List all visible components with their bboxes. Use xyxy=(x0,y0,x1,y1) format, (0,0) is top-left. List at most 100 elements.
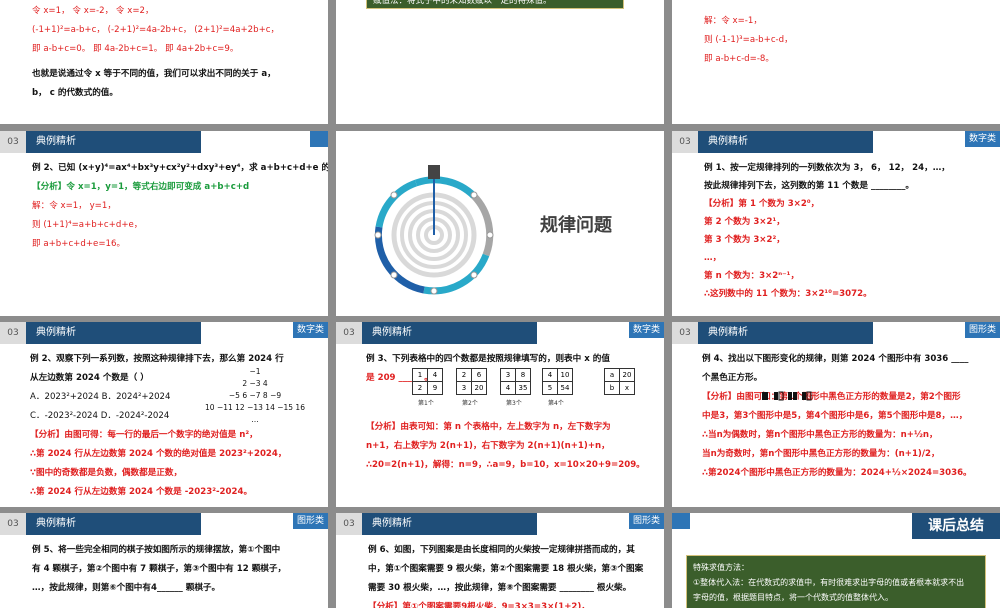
line-3: 即 a-b+c=0。 即 4a-2b+c=1。 即 4a+2b+c=9。 xyxy=(32,44,239,54)
summary-line: 字母的值，根据题目特点，将一个代数式的值整体代入。 xyxy=(693,593,893,602)
question: 例 2、已知 (x+y)⁴=ax⁴+bx³y+cx²y²+dxy³+ey⁴，求 … xyxy=(32,163,328,173)
analysis-3: ∴20=2(n+1)，解得：n=9，∴a=9，b=10，x=10×20+9=20… xyxy=(366,460,645,470)
line-2: (-1+1)²=a-b+c， (-2+1)²=4a-2b+c， (2+1)²=4… xyxy=(32,25,280,35)
analysis-4: ∴第 2024 行从左边数第 2024 个数是 -2023²-2024。 xyxy=(30,487,253,497)
section-title: 典例精析 xyxy=(26,513,201,535)
triangle-row: 2 −3 4 xyxy=(242,379,268,388)
slide-header: 03 典例精析 数字类 xyxy=(672,131,1000,153)
category-tag: 图形类 xyxy=(964,322,1000,338)
analysis-2: ∴第 2024 行从左边数第 2024 个数的绝对值是 2023²+2024， xyxy=(30,449,287,459)
category-tag: 图形类 xyxy=(628,513,664,529)
slide-example-6-matches: 03 典例精析 图形类 例 6、如图，下列图案是由长度相同的火柴按一定规律拼搭而… xyxy=(336,513,664,608)
analysis-4: 当n为奇数时，第n个图形中黑色正方形的数量为：(n+1)/2， xyxy=(702,449,940,459)
table-caption: 第2个 xyxy=(462,400,478,407)
line-5: b， c 的代数式的值。 xyxy=(32,88,118,98)
category-tag: 数字类 xyxy=(628,322,664,338)
section-title: 典例精析 xyxy=(698,322,873,344)
question-1: 例 4、找出以下图形变化的规律，则第 2024 个图形中有 3036 ____ xyxy=(702,354,969,364)
triangle-row: −5 6 −7 8 −9 xyxy=(228,391,282,400)
table-caption: 第1个 xyxy=(418,400,434,407)
slide-header: 03 典例精析 图形类 xyxy=(0,513,328,535)
section-number: 03 xyxy=(0,513,26,535)
slide-solution-minus-one: 解：令 x=-1， 则 (-1-1)³=a-b+c-d， 即 a-b+c-d=-… xyxy=(672,0,1000,124)
solution-3: 即 a+b+c+d+e=16。 xyxy=(32,239,126,249)
section-number: 03 xyxy=(336,322,362,344)
analysis-1: 【分析】由图可得：每一行的最后一个数字的绝对值是 n²， xyxy=(30,430,258,440)
header-square xyxy=(310,131,328,147)
slide-assignment-method: 赋值法：将式子中的未知数赋以一定的特殊值。 xyxy=(336,0,664,124)
analysis-3: ∵图中的奇数都是负数，偶数都是正数， xyxy=(30,468,183,478)
slide-header: 03 典例精析 图形类 xyxy=(672,322,1000,344)
slide-example-5-chess: 03 典例精析 图形类 例 5、将一些完全相同的棋子按如图所示的规律摆放，第①个… xyxy=(0,513,328,608)
question-3: 需要 30 根火柴，…，按此规律，第⑧个图案需要 ________ 根火柴。 xyxy=(368,583,632,593)
question-2: 中，第①个图案需要 9 根火柴，第②个图案需要 18 根火柴，第③个图案 xyxy=(368,564,644,574)
pattern-table-1: 1429 xyxy=(412,368,443,395)
pattern-table-x: a 20 b x xyxy=(604,368,635,395)
line-1: 令 x=1， 令 x=-2， 令 x=2， xyxy=(32,6,154,16)
slide-header: 03 典例精析 图形类 xyxy=(336,513,664,535)
question-1: 例 1、按一定规律排列的一列数依次为 3， 6， 12， 24，…， xyxy=(704,163,950,173)
question-1: 例 6、如图，下列图案是由长度相同的火柴按一定规律拼搭而成的，其 xyxy=(368,545,635,555)
slide-example-3-tables: 03 典例精析 数字类 例 3、下列表格中的四个数都是按照规律填写的，则表中 x… xyxy=(336,322,664,507)
triangle-row: −1 xyxy=(249,367,261,376)
analysis-1: 【分析】第 1 个数为 3×2⁰， xyxy=(704,199,820,209)
section-title: 典例精析 xyxy=(362,322,537,344)
slide-header: 03 典例精析 数字类 xyxy=(336,322,664,344)
line-2: 则 (-1-1)³=a-b+c-d， xyxy=(704,35,793,45)
category-tag: 数字类 xyxy=(964,131,1000,147)
pattern-table-3: 3 8 4 35 xyxy=(500,368,531,395)
analysis: 【分析】令 x=1，y=1，等式右边即可变成 a+b+c+d xyxy=(32,182,250,192)
slide-summary: 课后总结 特殊求值方法： ①整体代入法：在代数式的求值中，有时很难求出字母的值或… xyxy=(672,513,1000,608)
method-banner: 赋值法：将式子中的未知数赋以一定的特殊值。 xyxy=(366,0,624,9)
section-number: 03 xyxy=(0,322,26,344)
question-2: 有 4 颗棋子，第②个图中有 7 颗棋子，第③个图中有 12 颗棋子， xyxy=(32,564,287,574)
section-number: 03 xyxy=(336,513,362,535)
question-1: 例 3、下列表格中的四个数都是按照规律填写的，则表中 x 的值 xyxy=(366,354,610,364)
analysis-5: 第 n 个数为：3×2ⁿ⁻¹， xyxy=(704,271,800,281)
line-1: 解：令 x=-1， xyxy=(704,16,762,26)
pattern-table-4: 4 10 5 54 xyxy=(542,368,573,395)
analysis-2: 第 2 个数为 3×2¹， xyxy=(704,217,785,227)
summary-heading: 课后总结 xyxy=(912,513,1000,539)
analysis-3: ∴当n为偶数时，第n个图形中黑色正方形的数量为：n+½n， xyxy=(702,430,938,440)
question-2: 按此规律排列下去，这列数的第 11 个数是 ________。 xyxy=(704,181,914,191)
slide-example-4-squares: 03 典例精析 图形类 例 4、找出以下图形变化的规律，则第 2024 个图形中… xyxy=(672,322,1000,507)
analysis-5: ∴第2024个图形中黑色正方形的数量为：2024+½×2024=3036。 xyxy=(702,468,972,478)
table-caption: 第3个 xyxy=(506,400,522,407)
summary-line: ①整体代入法：在代数式的求值中，有时很难求出字母的值或者根本就求不出 xyxy=(693,578,965,587)
analysis-1: 【分析】由表可知：第 n 个表格中，左上数字为 n，左下数字为 xyxy=(366,422,611,432)
analysis-2: 中是3，第3个图形中是5，第4个图形中是6，第5个图形中是8，…， xyxy=(702,411,968,421)
table-caption: 第4个 xyxy=(548,400,564,407)
triangle-row: 10 −11 12 −13 14 −15 16 xyxy=(205,403,305,412)
section-title: 典例精析 xyxy=(26,131,201,153)
slide-header: 03 典例精析 xyxy=(0,131,328,153)
question-3: …，按此规律，则第⑥个图中有4______ 颗棋子。 xyxy=(32,583,221,593)
slide-example-2-binomial: 03 典例精析 例 2、已知 (x+y)⁴=ax⁴+bx³y+cx²y²+dxy… xyxy=(0,131,328,316)
pattern-title: 规律问题 xyxy=(540,215,612,236)
analysis-6: ∴这列数中的 11 个数为：3×2¹⁰=3072。 xyxy=(704,289,872,299)
slide-header: 03 典例精析 数字类 xyxy=(0,322,328,344)
slide-substitution-examples: 令 x=1， 令 x=-2， 令 x=2， (-1+1)²=a-b+c， (-2… xyxy=(0,0,328,124)
category-tag: 数字类 xyxy=(292,322,328,338)
question-1: 例 5、将一些完全相同的棋子按如图所示的规律摆放，第①个图中 xyxy=(32,545,281,555)
summary-box: 特殊求值方法： ①整体代入法：在代数式的求值中，有时很难求出字母的值或者根本就求… xyxy=(686,555,986,608)
section-title: 典例精析 xyxy=(362,513,537,535)
section-number: 03 xyxy=(0,131,26,153)
analysis-2: n+1，右上数字为 2(n+1)，右下数字为 2(n+1)(n+1)+n， xyxy=(366,441,610,451)
section-title: 典例精析 xyxy=(698,131,873,153)
triangle-row: … xyxy=(251,415,259,424)
number-triangle: −1 2 −3 4 −5 6 −7 8 −9 10 −11 12 −13 14 … xyxy=(200,366,310,426)
solution-1: 解：令 x=1， y=1， xyxy=(32,201,116,211)
section-number: 03 xyxy=(672,131,698,153)
section-number: 03 xyxy=(672,322,698,344)
line-4: 也就是说通过令 x 等于不同的值，我们可以求出不同的关于 a， xyxy=(32,69,276,79)
line-3: 即 a-b+c-d=-8。 xyxy=(704,54,774,64)
analysis-1: 【分析】由图可知：第1个图形中黑色正方形的数量是2，第2个图形 xyxy=(702,392,961,402)
square-pattern-figure xyxy=(762,391,812,401)
slide-example-2-number-triangle: 03 典例精析 数字类 例 2、观察下列一系列数，按照这种规律排下去，那么第 2… xyxy=(0,322,328,507)
solution-2: 则 (1+1)⁴=a+b+c+d+e， xyxy=(32,220,143,230)
analysis-3: 第 3 个数为 3×2²， xyxy=(704,235,785,245)
question-2: 个黑色正方形。 xyxy=(702,373,763,383)
analysis-4: …， xyxy=(704,253,722,263)
target-dial-graphic xyxy=(374,165,494,295)
